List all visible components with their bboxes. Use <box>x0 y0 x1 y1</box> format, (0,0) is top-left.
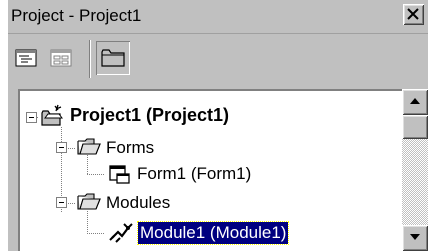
vertical-scrollbar[interactable] <box>402 89 428 251</box>
tree-connector <box>66 203 76 204</box>
tree-connector <box>87 155 88 174</box>
scrollbar-thumb[interactable] <box>402 115 428 139</box>
tree-connector <box>66 148 76 149</box>
close-icon <box>407 8 419 20</box>
toolbar <box>8 34 428 84</box>
toolbar-separator <box>89 40 91 78</box>
view-code-icon <box>15 49 37 67</box>
tree-connector <box>87 233 104 234</box>
module-icon <box>109 223 133 243</box>
tree-node-modules[interactable]: Modules <box>106 192 170 214</box>
view-object-button[interactable] <box>46 44 76 72</box>
arrow-up-icon <box>410 98 420 104</box>
forms-collapse-toggle[interactable] <box>56 142 67 153</box>
tree-connector <box>87 211 88 233</box>
tree-node-forms[interactable]: Forms <box>106 137 154 159</box>
root-collapse-toggle[interactable] <box>26 112 37 123</box>
title-bar[interactable]: Project - Project1 <box>8 0 428 34</box>
tree-node-project[interactable]: Project1 (Project1) <box>70 104 229 126</box>
modules-collapse-toggle[interactable] <box>56 197 67 208</box>
tree-panel: Project1 (Project1) Forms Form1 (Form1) <box>8 84 428 251</box>
form-icon <box>109 165 130 184</box>
tree-connector <box>87 174 104 175</box>
toggle-folders-button[interactable] <box>96 41 130 75</box>
scroll-up-button[interactable] <box>402 89 428 115</box>
folder-icon <box>101 49 125 67</box>
tree-node-module1[interactable]: Module1 (Module1) <box>136 221 290 245</box>
tree-node-form1[interactable]: Form1 (Form1) <box>137 163 251 185</box>
window-title: Project - Project1 <box>11 6 142 25</box>
view-object-icon <box>50 49 72 67</box>
view-code-button[interactable] <box>11 44 41 72</box>
project-tree[interactable]: Project1 (Project1) Forms Form1 (Form1) <box>18 89 402 251</box>
arrow-down-icon <box>410 234 420 240</box>
window-edge <box>0 0 8 251</box>
folder-open-icon <box>77 193 101 210</box>
scroll-down-button[interactable] <box>402 225 428 251</box>
project-explorer-window: Project - Project1 Project1 (Project1) F… <box>0 0 428 251</box>
folder-open-icon <box>77 138 101 155</box>
project-icon <box>41 104 63 126</box>
close-button[interactable] <box>403 4 424 25</box>
